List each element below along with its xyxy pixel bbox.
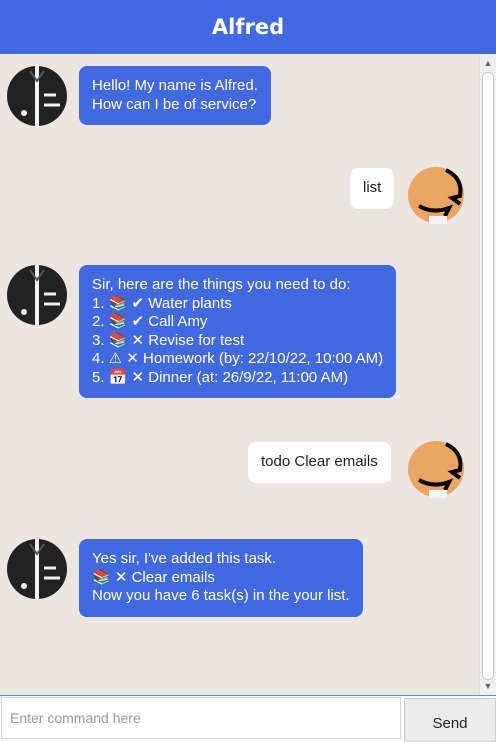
bot-message-bubble: Sir, here are the things you need to do:… bbox=[79, 265, 397, 398]
send-button[interactable]: Send bbox=[404, 698, 496, 742]
scroll-up-icon[interactable]: ▲ bbox=[483, 58, 493, 68]
message-line: Yes sir, I've added this task. bbox=[92, 550, 277, 567]
butler-avatar-icon bbox=[6, 65, 68, 127]
title-bar: Alfred bbox=[0, 0, 496, 54]
bot-message-bubble: Hello! My name is Alfred. How can I be o… bbox=[79, 66, 271, 125]
task-list-item: 5. 📅 ✕ Dinner (at: 26/9/22, 11:00 AM) bbox=[92, 368, 349, 386]
message-line: todo Clear emails bbox=[261, 453, 378, 470]
butler-avatar-icon bbox=[6, 538, 68, 600]
message-line: Sir, here are the things you need to do: bbox=[92, 276, 351, 293]
bot-message-bubble: Yes sir, I've added this task. 📚 ✕ Clear… bbox=[79, 539, 363, 617]
message-line: How can I be of service? bbox=[92, 95, 257, 113]
user-message-bubble: todo Clear emails bbox=[248, 442, 391, 483]
input-bar: Send bbox=[0, 695, 496, 742]
task-list-item: 1. 📚 ✔ Water plants bbox=[92, 294, 232, 312]
scrollbar-thumb[interactable] bbox=[482, 72, 494, 680]
butler-avatar-icon bbox=[6, 264, 68, 326]
user-avatar-icon bbox=[405, 164, 467, 226]
message-line: Hello! My name is Alfred. bbox=[92, 77, 258, 94]
task-list-item: 📚 ✕ Clear emails bbox=[92, 568, 215, 586]
task-list-item: 2. 📚 ✔ Call Amy bbox=[92, 313, 208, 330]
command-input[interactable] bbox=[1, 697, 401, 739]
chat-area[interactable]: Hello! My name is Alfred. How can I be o… bbox=[0, 54, 496, 695]
chat-scrollbar[interactable]: ▲ ▼ bbox=[479, 54, 496, 695]
scroll-down-icon[interactable]: ▼ bbox=[483, 681, 493, 691]
app-title: Alfred bbox=[211, 15, 285, 39]
message-line: list bbox=[363, 179, 382, 196]
user-avatar-icon bbox=[405, 438, 467, 500]
message-line: Now you have 6 task(s) in the your list. bbox=[92, 587, 350, 604]
task-list-item: 3. 📚 ✕ Revise for test bbox=[92, 331, 245, 349]
user-message-bubble: list bbox=[350, 168, 395, 209]
task-list-item: 4. ⚠ ✕ Homework (by: 22/10/22, 10:00 AM) bbox=[92, 350, 384, 367]
